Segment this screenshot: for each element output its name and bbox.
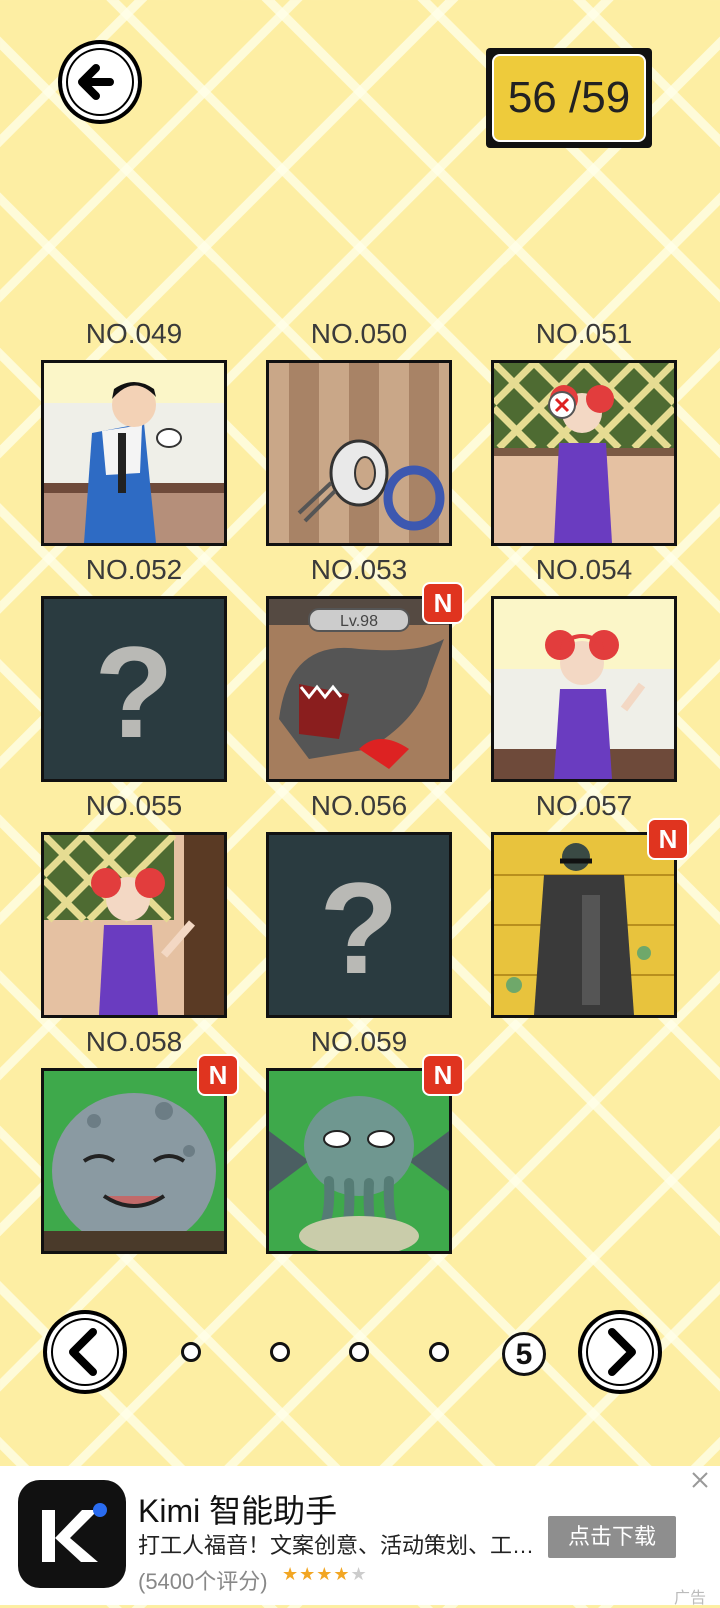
svg-text:?: ?: [94, 619, 173, 765]
new-badge: N: [647, 818, 689, 860]
question-mark-icon: ?: [319, 855, 398, 1001]
item-label: NO.053: [310, 554, 408, 585]
item-label: NO.059: [310, 1026, 408, 1057]
ad-app-logo[interactable]: [18, 1480, 126, 1588]
item-thumbnail[interactable]: [266, 1068, 452, 1254]
arrow-left-icon: [78, 64, 114, 100]
item-thumbnail[interactable]: [41, 832, 227, 1018]
ad-download-button[interactable]: 点击下载: [548, 1516, 676, 1558]
vr-girl-illustration: [494, 363, 674, 543]
level-label: Lv.98: [340, 613, 378, 630]
item-thumbnail[interactable]: [491, 596, 677, 782]
item-label: NO.056: [310, 790, 408, 821]
back-button[interactable]: [58, 40, 142, 124]
cthulhu-illustration: [269, 1071, 449, 1251]
item-thumbnail[interactable]: Lv.98: [266, 596, 452, 782]
chevron-left-icon: [69, 1328, 97, 1376]
ad-description: 打工人福音！文案创意、活动策划、工…: [138, 1533, 535, 1558]
page-dot-2[interactable]: [270, 1342, 290, 1362]
item-thumbnail[interactable]: [41, 360, 227, 546]
girl-bamboo-illustration: [44, 835, 224, 1015]
octopus-illustration: [44, 1071, 224, 1251]
ad-star-rating: ★★★★★: [282, 1564, 368, 1584]
page-dot-4[interactable]: [429, 1342, 449, 1362]
mixer-illustration: [269, 363, 449, 543]
new-badge: N: [197, 1054, 239, 1096]
chevron-right-icon: [608, 1328, 636, 1376]
item-label: NO.057: [535, 790, 633, 821]
item-label: NO.054: [535, 554, 633, 585]
page-dot-1[interactable]: [181, 1342, 201, 1362]
progress-counter: 56 /59: [486, 48, 652, 148]
ad-label: 广告: [674, 1590, 707, 1607]
ad-rating-count: (5400个评分): [138, 1569, 268, 1594]
locked-thumbnail[interactable]: ?: [266, 832, 452, 1018]
progress-text: 56 /59: [492, 54, 646, 142]
ad-title[interactable]: Kimi 智能助手: [138, 1486, 337, 1532]
item-label: NO.052: [85, 554, 183, 585]
item-label: NO.055: [85, 790, 183, 821]
item-label: NO.049: [85, 318, 183, 349]
item-thumbnail[interactable]: [266, 360, 452, 546]
cloaked-figure-illustration: [494, 835, 674, 1015]
shark-monster-illustration: Lv.98: [269, 599, 449, 779]
new-badge: N: [422, 582, 464, 624]
item-thumbnail[interactable]: [491, 832, 677, 1018]
svg-text:?: ?: [319, 855, 398, 1001]
item-label: NO.051: [535, 318, 633, 349]
kimi-logo-icon: [42, 1503, 107, 1562]
item-label: NO.058: [85, 1026, 183, 1057]
current-page-indicator[interactable]: 5: [502, 1332, 546, 1376]
question-mark-icon: ?: [94, 619, 173, 765]
red-haired-girl-illustration: [494, 599, 674, 779]
page-dot-3[interactable]: [349, 1342, 369, 1362]
item-label: NO.050: [310, 318, 408, 349]
next-page-button[interactable]: [578, 1310, 662, 1394]
ad-banner[interactable]: Kimi 智能助手 打工人福音！文案创意、活动策划、工… (5400个评分) ★…: [0, 1466, 720, 1607]
new-badge: N: [422, 1054, 464, 1096]
close-icon[interactable]: [690, 1470, 710, 1490]
prev-page-button[interactable]: [43, 1310, 127, 1394]
boy-illustration: [44, 363, 224, 543]
locked-thumbnail[interactable]: ?: [41, 596, 227, 782]
item-thumbnail[interactable]: [41, 1068, 227, 1254]
item-thumbnail[interactable]: [491, 360, 677, 546]
